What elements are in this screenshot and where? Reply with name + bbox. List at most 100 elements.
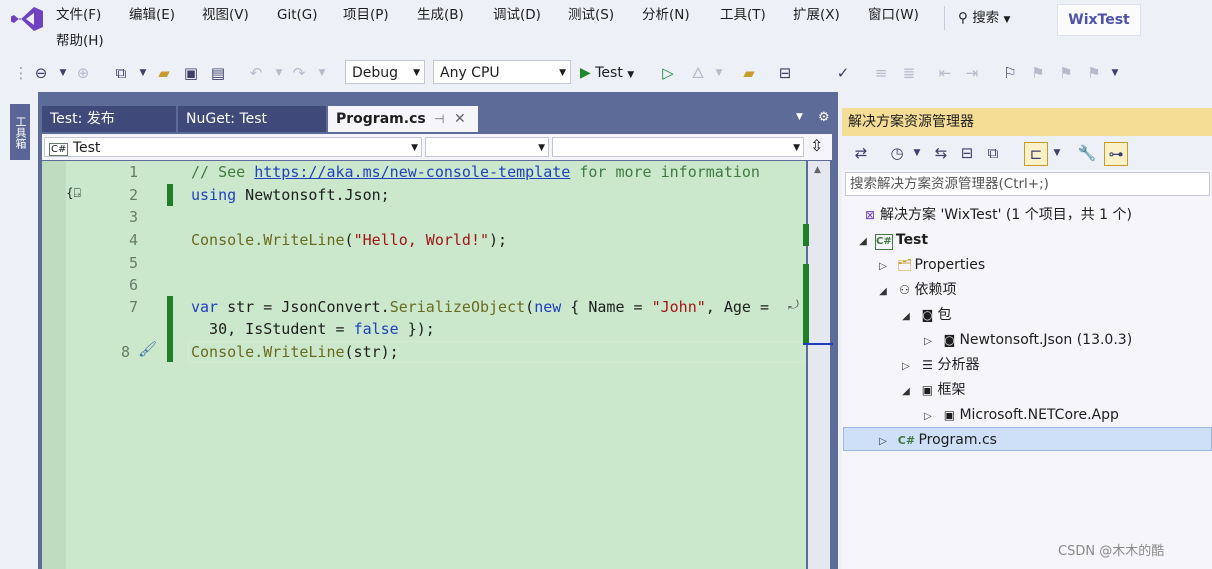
open-folder-icon[interactable]: ▰ — [153, 62, 175, 84]
close-icon[interactable]: ✕ — [454, 106, 466, 132]
solution-explorer-toolbar-icon[interactable]: ▰ — [738, 62, 760, 84]
clear-bookmarks-icon[interactable]: ⚑ — [1083, 62, 1105, 84]
comment-out-icon[interactable]: ≡ — [870, 62, 892, 84]
tree-item-properties[interactable]: ▷ 🗂 Properties — [876, 253, 985, 277]
tree-item-packages[interactable]: ◢ ◙ 包 — [899, 303, 951, 327]
menu-file[interactable]: 文件(F) — [52, 5, 105, 25]
menu-analyze[interactable]: 分析(N) — [638, 5, 694, 25]
menu-git[interactable]: Git(G) — [273, 5, 322, 25]
chevron-down-icon[interactable]: ▼ — [311, 62, 333, 84]
type-dropdown[interactable]: ▼ — [425, 137, 549, 157]
window-layout-icon[interactable]: ⊟ — [774, 62, 796, 84]
increase-indent-icon[interactable]: ⇥ — [961, 62, 983, 84]
gear-icon[interactable]: ⚙ — [818, 110, 830, 125]
decrease-indent-icon[interactable]: ⇤ — [934, 62, 956, 84]
menu-help[interactable]: 帮助(H) — [52, 31, 108, 51]
redo-icon[interactable]: ↷ — [288, 62, 310, 84]
split-editor-icon[interactable]: ⇳ — [810, 136, 823, 155]
menu-edit[interactable]: 编辑(E) — [125, 5, 179, 25]
menu-test[interactable]: 测试(S) — [564, 5, 618, 25]
menu-window[interactable]: 窗口(W) — [864, 5, 923, 25]
expanded-arrow-icon[interactable]: ◢ — [856, 230, 870, 254]
configuration-dropdown[interactable]: Debug ▼ — [345, 60, 425, 84]
preview-selected-icon[interactable]: ⊶ — [1104, 142, 1128, 166]
menu-build[interactable]: 生成(B) — [413, 5, 468, 25]
chevron-down-icon[interactable]: ▼ — [132, 62, 154, 84]
scroll-up-icon[interactable]: ▲ — [814, 165, 821, 175]
hot-reload-icon[interactable]: 🜂 — [687, 62, 709, 84]
chevron-down-icon[interactable]: ▼ — [906, 142, 928, 164]
tab-program-cs[interactable]: Program.cs ⊣ ✕ — [328, 106, 478, 132]
tree-item-frameworks[interactable]: ◢ ▣ 框架 — [899, 378, 965, 402]
brush-icon[interactable]: 🖌 — [138, 340, 157, 358]
tree-item-netcore-app[interactable]: ▷ ▣ Microsoft.NETCore.App — [921, 403, 1119, 427]
code-editor[interactable] — [42, 161, 806, 569]
pin-icon[interactable]: ⊣ — [434, 106, 444, 132]
sync-with-document-icon[interactable]: ⇆ — [930, 142, 952, 164]
tree-item-solution[interactable]: ⊠ 解决方案 'WixTest' (1 个项目，共 1 个) — [860, 203, 1132, 227]
chevron-down-icon[interactable]: ▼ — [708, 62, 730, 84]
quick-actions-icon[interactable]: {⍈ — [66, 186, 81, 201]
menu-tools[interactable]: 工具(T) — [716, 5, 770, 25]
menu-view[interactable]: 视图(V) — [198, 5, 253, 25]
comment-link[interactable]: https://aka.ms/new-console-template — [254, 163, 570, 181]
tab-nuget[interactable]: NuGet: Test — [178, 106, 326, 132]
uncomment-icon[interactable]: ≣ — [898, 62, 920, 84]
member-dropdown[interactable]: ▼ — [552, 137, 804, 157]
expanded-arrow-icon[interactable]: ◢ — [876, 280, 890, 304]
menu-extensions[interactable]: 扩展(X) — [789, 5, 844, 25]
undo-icon[interactable]: ↶ — [245, 62, 267, 84]
save-icon[interactable]: ▣ — [180, 62, 202, 84]
new-project-icon[interactable]: ⧉ — [110, 62, 132, 84]
expanded-arrow-icon[interactable]: ◢ — [899, 380, 913, 404]
vertical-scrollbar[interactable]: ▲ — [808, 161, 830, 569]
tree-item-analyzers[interactable]: ▷ ☰ 分析器 — [899, 353, 979, 377]
next-bookmark-icon[interactable]: ⚑ — [1055, 62, 1077, 84]
switch-views-icon[interactable]: ⇄ — [850, 142, 872, 164]
start-debugging-button[interactable]: ▶ Test ▼ — [580, 62, 634, 84]
search-label: 搜索 — [972, 10, 1000, 26]
navigate-forward-icon[interactable]: ⊕ — [72, 62, 94, 84]
collapsed-arrow-icon[interactable]: ▷ — [899, 355, 913, 379]
properties-wrench-icon[interactable]: 🔧 — [1076, 142, 1098, 164]
toolbox-tab[interactable]: 工具箱 — [10, 104, 30, 160]
global-search[interactable]: ⚲ 搜索 ▼ — [958, 7, 1010, 29]
chevron-down-icon[interactable]: ▼ — [268, 62, 290, 84]
chevron-down-icon[interactable]: ▼ — [1046, 142, 1068, 164]
tab-list-dropdown-icon[interactable]: ▼ — [796, 112, 803, 122]
tree-item-dependencies[interactable]: ◢ ⚇ 依赖项 — [876, 278, 956, 302]
menu-project[interactable]: 项目(P) — [339, 5, 393, 25]
navigate-back-icon[interactable]: ⊖ — [30, 62, 52, 84]
solution-name-badge[interactable]: WixTest — [1057, 4, 1141, 36]
platform-dropdown[interactable]: Any CPU ▼ — [433, 60, 571, 84]
chevron-down-icon: ▼ — [538, 143, 545, 153]
tree-item-project[interactable]: ◢ C# Test — [856, 228, 928, 252]
collapsed-arrow-icon[interactable]: ▷ — [921, 405, 935, 429]
chevron-down-icon[interactable]: ▼ — [52, 62, 74, 84]
framework-icon: ▣ — [943, 408, 956, 422]
collapsed-arrow-icon[interactable]: ▷ — [921, 330, 935, 354]
pending-changes-filter-icon[interactable]: ◷ — [886, 142, 908, 164]
code-map-icon[interactable]: ⊏ — [1024, 142, 1048, 166]
bookmark-icon[interactable]: ⚐ — [999, 62, 1021, 84]
project-dropdown[interactable]: C# Test ▼ — [44, 137, 422, 157]
collapsed-arrow-icon[interactable]: ▷ — [876, 255, 890, 279]
chevron-down-icon[interactable]: ▼ — [1104, 62, 1126, 84]
collapse-all-icon[interactable]: ⊟ — [956, 142, 978, 164]
show-all-files-icon[interactable]: ⧉ — [982, 142, 1004, 164]
tree-item-label: Program.cs — [918, 432, 997, 448]
spell-check-icon[interactable]: ✓ — [832, 62, 854, 84]
tab-publish[interactable]: Test: 发布 — [42, 106, 176, 132]
start-without-debugging-icon[interactable]: ▷ — [657, 62, 679, 84]
save-all-icon[interactable]: ▤ — [207, 62, 229, 84]
collapsed-arrow-icon[interactable]: ▷ — [876, 430, 890, 454]
code-line-4: Console.WriteLine("Hello, World!"); — [191, 231, 507, 249]
menu-debug[interactable]: 调试(D) — [489, 5, 545, 25]
tree-item-newtonsoft[interactable]: ▷ ◙ Newtonsoft.Json (13.0.3) — [921, 328, 1132, 352]
solution-explorer-search-input[interactable]: 搜索解决方案资源管理器(Ctrl+;) — [845, 172, 1210, 196]
chevron-down-icon: ▼ — [559, 68, 566, 78]
toolbar-grip-icon[interactable]: ⋮ — [10, 62, 32, 84]
prev-bookmark-icon[interactable]: ⚑ — [1027, 62, 1049, 84]
tree-item-program-cs[interactable]: ▷ C# Program.cs — [876, 428, 997, 452]
expanded-arrow-icon[interactable]: ◢ — [899, 305, 913, 329]
